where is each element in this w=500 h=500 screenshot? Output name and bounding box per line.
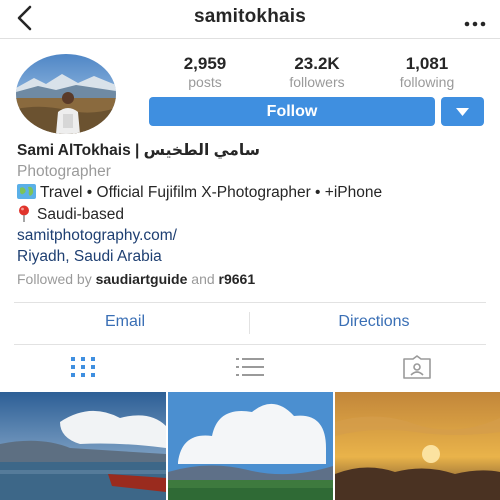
action-separator bbox=[249, 312, 250, 334]
bio-text: Travel • Official Fujifilm X-Photographe… bbox=[40, 184, 383, 201]
stat-followers[interactable]: 23.2K followers bbox=[272, 54, 362, 90]
photo-thumbnail[interactable] bbox=[0, 392, 166, 500]
following-count: 1,081 bbox=[405, 54, 449, 73]
divider bbox=[14, 344, 486, 345]
more-icon[interactable] bbox=[464, 14, 486, 27]
followed-by-and: and bbox=[191, 271, 215, 287]
bio-location-text: Saudi-based bbox=[37, 206, 125, 223]
grid-icon[interactable] bbox=[71, 357, 95, 382]
list-icon[interactable] bbox=[236, 357, 264, 382]
world-map-icon bbox=[17, 184, 36, 199]
followed-by-user-1[interactable]: saudiartguide bbox=[96, 271, 188, 287]
profile-category: Photographer bbox=[17, 163, 111, 180]
email-button[interactable]: Email bbox=[14, 313, 236, 331]
followed-by-prefix: Followed by bbox=[17, 271, 92, 287]
bio-line-2: Saudi-based bbox=[17, 205, 124, 225]
tagged-icon[interactable] bbox=[402, 355, 432, 384]
profile-username: samitokhais bbox=[193, 6, 307, 27]
location-link[interactable]: Riyadh, Saudi Arabia bbox=[17, 247, 162, 267]
profile-avatar[interactable] bbox=[16, 54, 116, 134]
posts-label: posts bbox=[188, 74, 222, 90]
followed-by-user-2[interactable]: r9661 bbox=[219, 271, 256, 287]
followers-count: 23.2K bbox=[294, 54, 340, 73]
follow-button[interactable]: Follow bbox=[149, 97, 435, 126]
photo-thumbnail[interactable] bbox=[335, 392, 500, 500]
stat-posts: 2,959 posts bbox=[165, 54, 245, 90]
bio-line-1: Travel • Official Fujifilm X-Photographe… bbox=[17, 183, 382, 203]
divider bbox=[14, 302, 486, 303]
followed-by: Followed by saudiartguide and r9661 bbox=[17, 269, 255, 289]
profile-full-name: Sami AlTokhais | سامي الطخيس bbox=[17, 142, 260, 159]
followers-label: followers bbox=[289, 74, 345, 90]
following-label: following bbox=[399, 74, 455, 90]
website-link[interactable]: samitphotography.com/ bbox=[17, 226, 177, 246]
location-pin-icon bbox=[17, 205, 31, 222]
suggestions-dropdown-button[interactable] bbox=[441, 97, 484, 126]
posts-count: 2,959 bbox=[183, 54, 227, 73]
stat-following[interactable]: 1,081 following bbox=[387, 54, 467, 90]
directions-button[interactable]: Directions bbox=[262, 313, 486, 331]
chevron-down-icon bbox=[456, 108, 469, 116]
header-divider bbox=[0, 38, 500, 39]
photo-thumbnail[interactable] bbox=[168, 392, 333, 500]
